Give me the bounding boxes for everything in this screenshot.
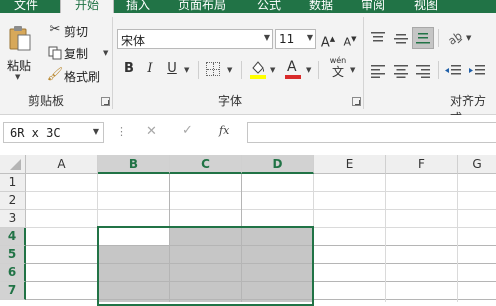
tab-formulas[interactable]: 公式 bbox=[257, 0, 281, 13]
chevron-down-icon[interactable]: ▼ bbox=[307, 33, 313, 42]
tab-page-layout[interactable]: 页面布局 bbox=[178, 0, 226, 13]
phonetic-char: 文 bbox=[331, 65, 344, 79]
phonetic-dropdown-icon[interactable]: ▼ bbox=[350, 66, 355, 74]
copy-button[interactable]: 复制 bbox=[64, 45, 88, 62]
copy-dropdown-icon[interactable]: ▼ bbox=[103, 49, 108, 57]
align-left-icon[interactable] bbox=[370, 64, 386, 78]
align-top-icon[interactable] bbox=[370, 31, 386, 45]
format-painter-button[interactable]: 格式刷 bbox=[64, 68, 100, 85]
increase-indent-icon[interactable] bbox=[468, 64, 486, 78]
toolbar-separator bbox=[318, 61, 319, 79]
group-separator bbox=[363, 17, 364, 109]
copy-icon[interactable] bbox=[48, 46, 62, 60]
font-name-combo[interactable]: 宋体 ▼ bbox=[117, 29, 273, 49]
column-header-g[interactable]: G bbox=[458, 155, 496, 174]
toolbar-separator bbox=[241, 61, 242, 79]
fill-color-dropdown-icon[interactable]: ▼ bbox=[270, 66, 275, 74]
bold-button[interactable]: B bbox=[120, 60, 138, 78]
paste-button[interactable]: 粘贴 bbox=[7, 57, 31, 74]
phonetic-pinyin: wén bbox=[329, 56, 347, 65]
align-bottom-button[interactable] bbox=[412, 27, 434, 49]
row-header-1[interactable]: 1 bbox=[0, 174, 26, 192]
font-size-value: 11 bbox=[279, 32, 295, 46]
group-separator bbox=[112, 17, 113, 109]
align-middle-icon[interactable] bbox=[393, 31, 409, 45]
row-header-7[interactable]: 7 bbox=[0, 282, 26, 300]
tab-file[interactable]: 文件 bbox=[14, 0, 38, 13]
tab-review[interactable]: 审阅 bbox=[361, 0, 385, 13]
cut-icon[interactable]: ✂ bbox=[46, 21, 64, 39]
format-painter-icon[interactable]: 🖌 bbox=[46, 66, 64, 84]
column-header-b[interactable]: B bbox=[98, 155, 170, 174]
clipboard-launcher-icon[interactable] bbox=[101, 97, 110, 106]
orientation-icon[interactable]: ab bbox=[446, 29, 465, 48]
column-header-e[interactable]: E bbox=[314, 155, 386, 174]
formula-input[interactable] bbox=[247, 122, 496, 143]
column-header-c[interactable]: C bbox=[170, 155, 242, 174]
decrease-indent-icon[interactable] bbox=[444, 64, 462, 78]
chevron-down-icon[interactable]: ▼ bbox=[264, 33, 270, 42]
tab-home[interactable]: 开始 bbox=[60, 0, 114, 13]
tab-view[interactable]: 视图 bbox=[414, 0, 438, 13]
column-header-d[interactable]: D bbox=[242, 155, 314, 174]
row-header-4[interactable]: 4 bbox=[0, 228, 26, 246]
gridline bbox=[457, 174, 458, 302]
insert-function-button[interactable]: fx bbox=[219, 124, 229, 137]
active-cell[interactable] bbox=[99, 228, 169, 245]
fill-color-icon[interactable] bbox=[249, 59, 267, 79]
column-header-f[interactable]: F bbox=[386, 155, 458, 174]
select-all-button[interactable] bbox=[0, 155, 26, 174]
orientation-dropdown-icon[interactable]: ▼ bbox=[466, 34, 471, 42]
font-size-combo[interactable]: 11 ▼ bbox=[275, 29, 316, 49]
gridline bbox=[385, 174, 386, 302]
underline-button[interactable]: U bbox=[163, 60, 181, 78]
ribbon: 粘贴 ▼ ✂ 剪切 复制 ▼ 🖌 格式刷 剪贴板 宋体 ▼ 11 ▼ A▲ A▼… bbox=[0, 13, 496, 125]
align-center-icon[interactable] bbox=[393, 64, 409, 78]
toolbar-separator bbox=[438, 61, 439, 79]
shrink-font-icon[interactable]: A▼ bbox=[341, 30, 359, 49]
font-color-icon[interactable]: A bbox=[284, 59, 302, 79]
font-group-label: 字体 bbox=[218, 94, 243, 108]
borders-dropdown-icon[interactable]: ▼ bbox=[227, 66, 232, 74]
enter-icon[interactable]: ✓ bbox=[182, 123, 193, 138]
tab-insert[interactable]: 插入 bbox=[126, 0, 150, 13]
paste-dropdown-icon[interactable]: ▼ bbox=[15, 73, 20, 81]
column-header-a[interactable]: A bbox=[26, 155, 98, 174]
align-bottom-icon bbox=[416, 33, 430, 44]
borders-icon[interactable] bbox=[206, 62, 220, 76]
phonetic-guide-icon[interactable]: wén 文 bbox=[328, 57, 348, 81]
name-box[interactable]: 6R x 3C ▼ bbox=[3, 122, 104, 143]
cancel-icon[interactable]: ✕ bbox=[146, 124, 157, 139]
toolbar-separator bbox=[198, 61, 199, 79]
italic-button[interactable]: I bbox=[141, 60, 159, 78]
ribbon-tab-bar: 文件 开始 插入 页面布局 公式 数据 审阅 视图 bbox=[0, 0, 496, 13]
clipboard-group-label: 剪贴板 bbox=[28, 94, 65, 108]
align-right-icon[interactable] bbox=[415, 64, 431, 78]
row-header-2[interactable]: 2 bbox=[0, 192, 26, 210]
more-options-icon[interactable]: ⋮ bbox=[116, 125, 127, 138]
row-header-5[interactable]: 5 bbox=[0, 246, 26, 264]
paste-icon[interactable] bbox=[8, 25, 32, 53]
tab-data[interactable]: 数据 bbox=[309, 0, 333, 13]
cut-button[interactable]: 剪切 bbox=[64, 23, 88, 40]
font-color-dropdown-icon[interactable]: ▼ bbox=[306, 66, 311, 74]
svg-text:ab: ab bbox=[446, 29, 464, 47]
row-header-3[interactable]: 3 bbox=[0, 210, 26, 228]
font-launcher-icon[interactable] bbox=[352, 97, 361, 106]
row-header-6[interactable]: 6 bbox=[0, 264, 26, 282]
toolbar-separator bbox=[438, 29, 439, 47]
underline-dropdown-icon[interactable]: ▼ bbox=[184, 66, 189, 74]
grow-font-icon[interactable]: A▲ bbox=[319, 30, 337, 50]
chevron-down-icon[interactable]: ▼ bbox=[93, 127, 99, 136]
font-name-value: 宋体 bbox=[121, 34, 146, 48]
name-box-value: 6R x 3C bbox=[10, 126, 61, 140]
